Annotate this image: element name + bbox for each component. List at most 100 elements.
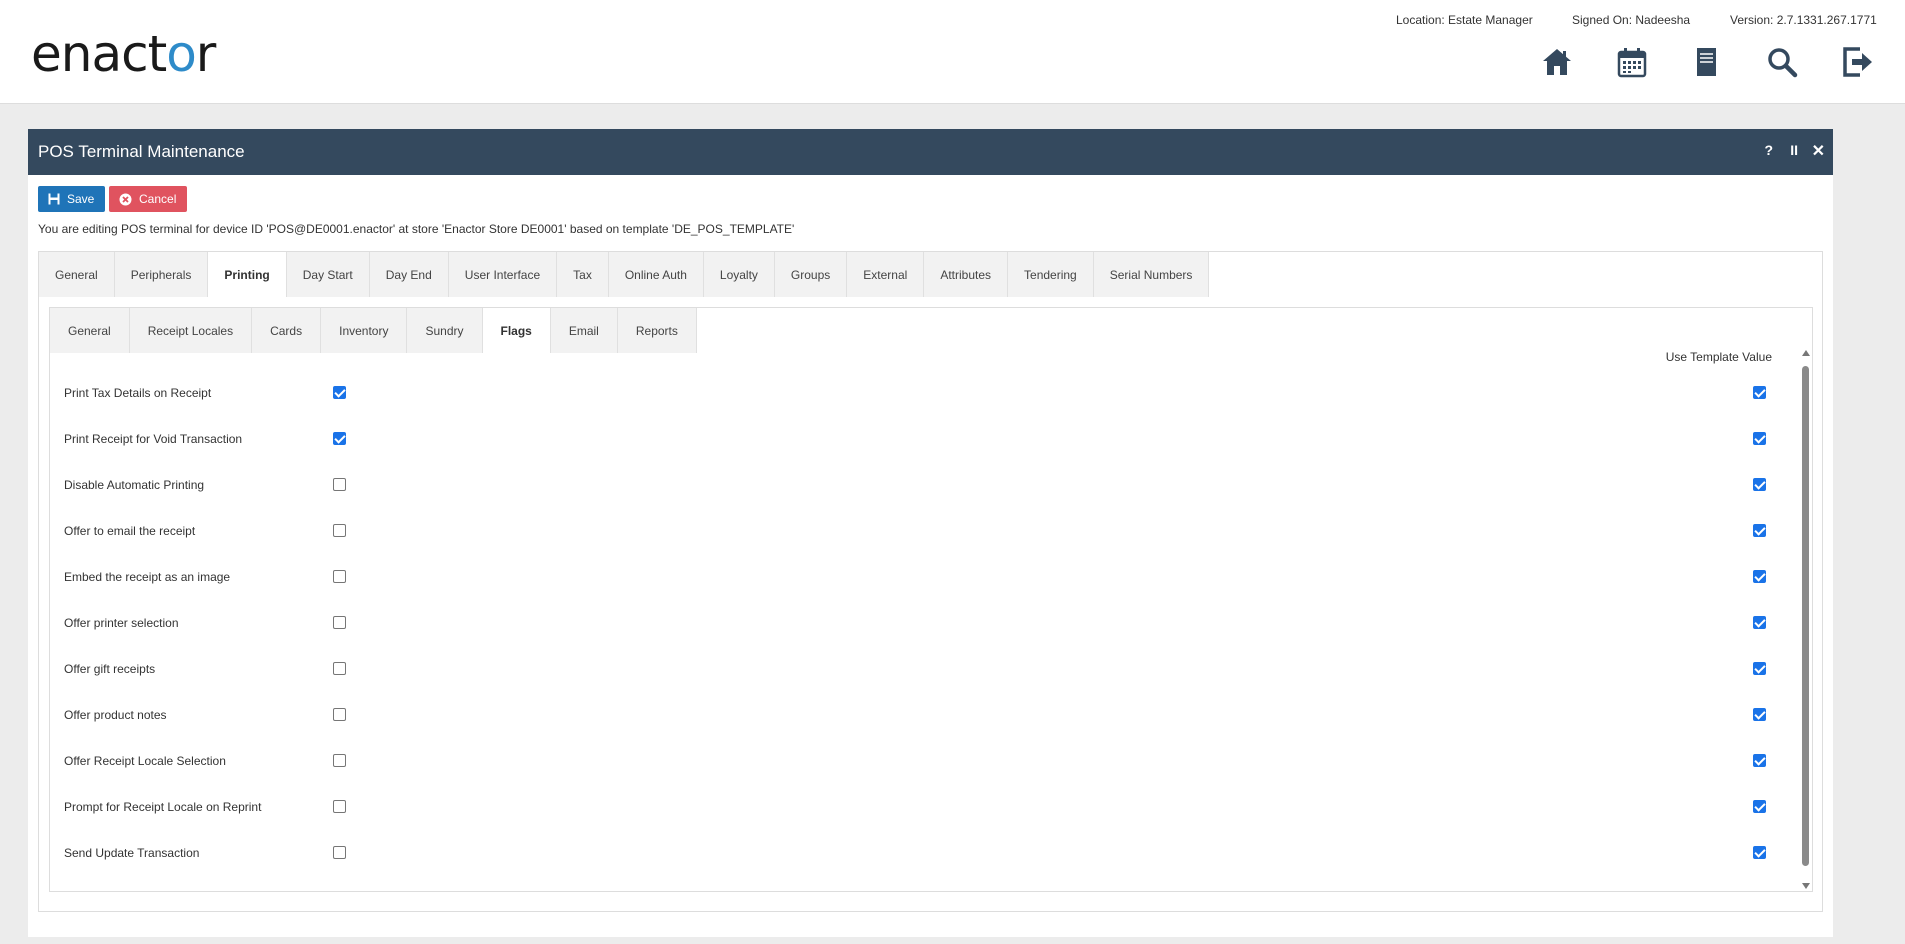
save-icon [48,193,60,205]
flag-label: Disable Automatic Printing [64,478,205,492]
subtab-general[interactable]: General [50,308,130,353]
subtab-email[interactable]: Email [550,308,618,353]
tab-day-end[interactable]: Day End [369,252,449,297]
use-template-checkbox[interactable] [1753,386,1766,399]
subtab-flags[interactable]: Flags [482,308,551,353]
flag-value-checkbox[interactable] [333,478,346,491]
location-label: Location: Estate Manager [1396,13,1533,27]
tab-tendering[interactable]: Tendering [1008,252,1094,297]
flag-row: Prompt for Receipt Locale on Reprint [50,797,1770,817]
cancel-icon [119,193,132,205]
flag-row: Offer gift receipts [50,659,1770,679]
tab-external[interactable]: External [847,252,925,297]
signed-on-label: Signed On: Nadeesha [1572,13,1691,27]
flag-row: Embed the receipt as an image [50,567,1770,587]
flag-label: Prompt for Receipt Locale on Reprint [64,800,262,814]
flag-row: Send Update Transaction [50,843,1770,863]
flags-scrollbar[interactable] [1800,350,1812,893]
tab-day-start[interactable]: Day Start [286,252,370,297]
scroll-thumb[interactable] [1802,366,1809,866]
tab-user-interface[interactable]: User Interface [448,252,558,297]
use-template-checkbox[interactable] [1753,708,1766,721]
flag-label: Offer product notes [64,708,167,722]
use-template-checkbox[interactable] [1753,432,1766,445]
pos-terminal-window: POS Terminal Maintenance ? II ✕ Save Can… [28,129,1833,937]
subtab-receipt-locales[interactable]: Receipt Locales [129,308,253,353]
tab-attributes[interactable]: Attributes [924,252,1009,297]
logo-text-end: r [195,25,217,83]
use-template-checkbox[interactable] [1753,662,1766,675]
flag-row: Print Tax Details on Receipt [50,383,1770,403]
flag-value-checkbox[interactable] [333,570,346,583]
tab-loyalty[interactable]: Loyalty [703,252,775,297]
home-icon[interactable] [1540,45,1574,79]
use-template-checkbox[interactable] [1753,524,1766,537]
pause-button[interactable]: II [1790,142,1798,158]
flag-label: Send Update Transaction [64,846,200,860]
flag-row: Disable Automatic Printing [50,475,1770,495]
tab-peripherals[interactable]: Peripherals [114,252,209,297]
flag-value-checkbox[interactable] [333,846,346,859]
flag-value-checkbox[interactable] [333,616,346,629]
use-template-checkbox[interactable] [1753,846,1766,859]
subtab-cards[interactable]: Cards [252,308,322,353]
save-button[interactable]: Save [38,186,105,212]
flag-label: Offer printer selection [64,616,179,630]
flag-value-checkbox[interactable] [333,800,346,813]
enactor-logo[interactable]: enactor [31,25,217,83]
flag-label: Print Receipt for Void Transaction [64,432,243,446]
save-label: Save [67,192,95,206]
cancel-button[interactable]: Cancel [109,186,187,212]
logo-accent: o [166,25,197,83]
window-titlebar: POS Terminal Maintenance ? II ✕ [28,129,1833,175]
document-icon[interactable] [1689,45,1723,79]
subtab-sundry[interactable]: Sundry [407,308,483,353]
flag-row: Print Receipt for Void Transaction [50,429,1770,449]
flag-value-checkbox[interactable] [333,754,346,767]
flag-row: Offer printer selection [50,613,1770,633]
printing-tab-panel: General Receipt Locales Cards Inventory Sund… [49,307,1813,892]
tab-groups[interactable]: Groups [774,252,848,297]
version-label: Version: 2.7.1331.267.1771 [1730,13,1877,27]
main-tab-panel: General Peripherals Printing Day Start Day E… [38,251,1823,912]
use-template-checkbox[interactable] [1753,800,1766,813]
tab-serial-numbers[interactable]: Serial Numbers [1093,252,1210,297]
logout-icon[interactable] [1840,45,1874,79]
flag-row: Offer to email the receipt [50,521,1770,541]
app-header: enactor Location: Estate Manager Signed … [0,0,1905,104]
use-template-value-header: Use Template Value [1665,350,1772,364]
cancel-label: Cancel [139,192,177,206]
tab-general[interactable]: General [39,252,115,297]
main-tabs: General Peripherals Printing Day Start Day E… [39,252,1210,307]
flag-value-checkbox[interactable] [333,386,346,399]
flag-label: Offer to email the receipt [64,524,196,538]
use-template-checkbox[interactable] [1753,478,1766,491]
flag-value-checkbox[interactable] [333,662,346,675]
calendar-icon[interactable] [1615,45,1649,79]
tab-online-auth[interactable]: Online Auth [608,252,704,297]
help-button[interactable]: ? [1764,142,1773,158]
use-template-checkbox[interactable] [1753,570,1766,583]
flag-row: Offer product notes [50,705,1770,725]
printing-subtabs: General Receipt Locales Cards Inventory Sund… [50,308,697,353]
flag-value-checkbox[interactable] [333,708,346,721]
flag-label: Print Tax Details on Receipt [64,386,212,400]
scroll-down-arrow[interactable] [1802,883,1810,889]
flag-label: Embed the receipt as an image [64,570,231,584]
flag-label: Offer gift receipts [64,662,156,676]
flag-value-checkbox[interactable] [333,524,346,537]
logo-text: enact [31,25,167,83]
subtab-reports[interactable]: Reports [617,308,697,353]
search-icon[interactable] [1765,45,1799,79]
scroll-up-arrow[interactable] [1802,350,1810,356]
tab-printing[interactable]: Printing [208,252,287,297]
flag-row: Offer Receipt Locale Selection [50,751,1770,771]
editing-info-text: You are editing POS terminal for device … [38,222,795,236]
subtab-inventory[interactable]: Inventory [321,308,408,353]
use-template-checkbox[interactable] [1753,754,1766,767]
flag-value-checkbox[interactable] [333,432,346,445]
window-title: POS Terminal Maintenance [38,142,245,161]
tab-tax[interactable]: Tax [557,252,609,297]
close-button[interactable]: ✕ [1812,141,1825,161]
use-template-checkbox[interactable] [1753,616,1766,629]
